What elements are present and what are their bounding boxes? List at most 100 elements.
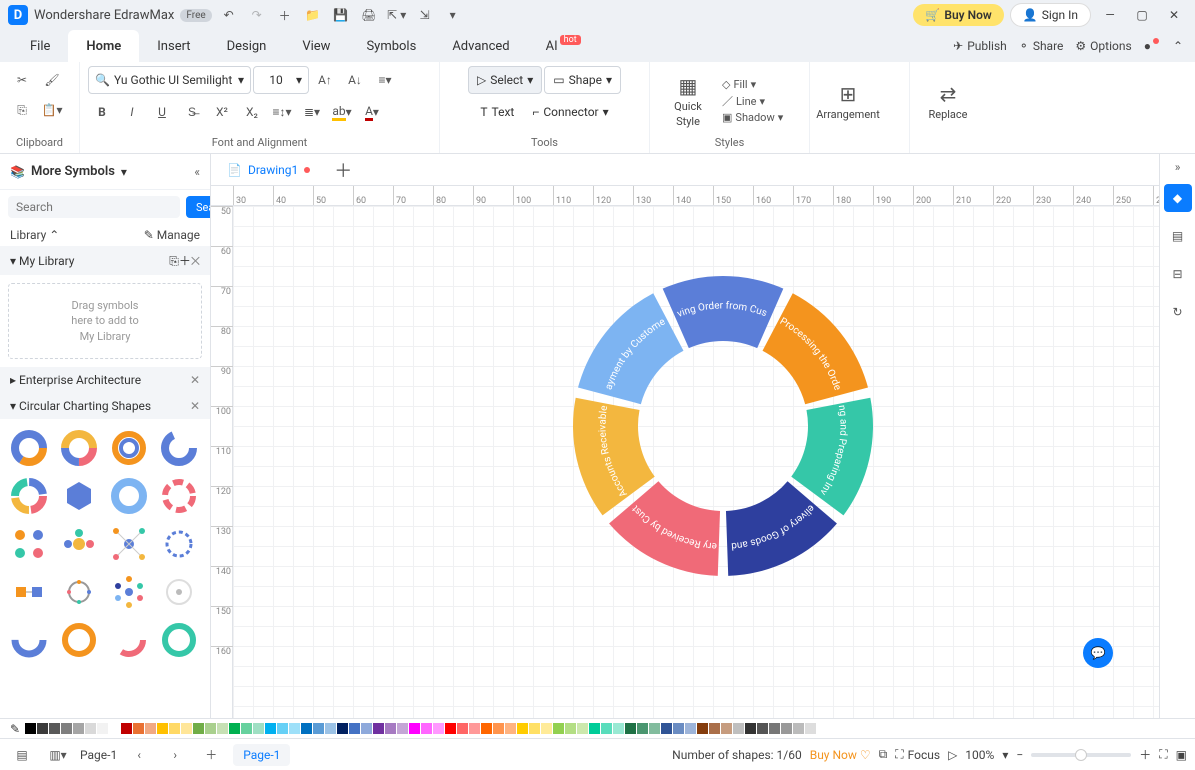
- color-swatch[interactable]: [301, 723, 312, 734]
- color-swatch[interactable]: [169, 723, 180, 734]
- menu-insert[interactable]: Insert: [139, 30, 208, 62]
- color-swatch[interactable]: [49, 723, 60, 734]
- superscript-icon[interactable]: X²: [208, 98, 236, 126]
- add-page-icon[interactable]: ＋: [197, 741, 225, 769]
- mylibrary-section[interactable]: ▾ My Library ⎘＋✕: [0, 246, 210, 275]
- color-swatch[interactable]: [457, 723, 468, 734]
- font-size-selector[interactable]: 10 ▾: [253, 66, 309, 94]
- color-swatch[interactable]: [253, 723, 264, 734]
- redo-icon[interactable]: ↷: [246, 4, 268, 26]
- shape-item[interactable]: [58, 523, 100, 565]
- shape-item[interactable]: [158, 523, 200, 565]
- page-label[interactable]: Page-1: [80, 748, 117, 762]
- color-swatch[interactable]: [649, 723, 660, 734]
- color-swatch[interactable]: [697, 723, 708, 734]
- chat-fab-icon[interactable]: 💬: [1083, 638, 1113, 668]
- save-icon[interactable]: 💾: [330, 4, 352, 26]
- shadow-button[interactable]: ▣ Shadow ▾: [722, 111, 783, 124]
- new-icon[interactable]: ＋: [274, 4, 296, 26]
- shape-item[interactable]: [8, 523, 50, 565]
- focus-button[interactable]: ⛶ Focus: [895, 747, 940, 762]
- color-swatch[interactable]: [481, 723, 492, 734]
- layers-status-icon[interactable]: ⧉: [879, 747, 888, 762]
- color-swatch[interactable]: [217, 723, 228, 734]
- text-tool[interactable]: T Text: [472, 98, 522, 126]
- color-swatch[interactable]: [445, 723, 456, 734]
- color-swatch[interactable]: [157, 723, 168, 734]
- color-swatch[interactable]: [709, 723, 720, 734]
- color-swatch[interactable]: [637, 723, 648, 734]
- shape-item[interactable]: [8, 571, 50, 613]
- export-icon[interactable]: ⇱ ▾: [386, 4, 408, 26]
- highlight-icon[interactable]: ab▾: [328, 98, 356, 126]
- color-swatch[interactable]: [73, 723, 84, 734]
- shape-item[interactable]: [8, 427, 50, 469]
- shape-item[interactable]: [108, 619, 150, 661]
- color-swatch[interactable]: [325, 723, 336, 734]
- list-icon[interactable]: ≣▾: [298, 98, 326, 126]
- notifications-icon[interactable]: ●: [1144, 39, 1161, 53]
- history-panel-icon[interactable]: ↻: [1164, 298, 1192, 326]
- options-button[interactable]: ⚙ Options: [1075, 39, 1131, 53]
- color-swatch[interactable]: [541, 723, 552, 734]
- color-swatch[interactable]: [793, 723, 804, 734]
- shape-item[interactable]: [158, 619, 200, 661]
- color-swatch[interactable]: [661, 723, 672, 734]
- menu-ai[interactable]: AIhot: [528, 30, 599, 62]
- close-mylib-icon[interactable]: ✕: [191, 254, 200, 268]
- color-swatch[interactable]: [469, 723, 480, 734]
- canvas[interactable]: Receiving Order from CustomerProcessing …: [233, 206, 1159, 718]
- replace-button[interactable]: ⇄Replace: [918, 82, 978, 121]
- dropper-icon[interactable]: ✎: [10, 722, 20, 736]
- menu-home[interactable]: Home: [68, 30, 139, 62]
- color-swatch[interactable]: [37, 723, 48, 734]
- present-icon[interactable]: ▷: [948, 748, 957, 762]
- shape-tool[interactable]: ▭ Shape ▾: [544, 66, 621, 94]
- circular-section[interactable]: ▾ Circular Charting Shapes ✕: [0, 393, 210, 419]
- quick-style-button[interactable]: ▦ Quick Style: [658, 74, 718, 128]
- color-swatch[interactable]: [745, 723, 756, 734]
- color-swatch[interactable]: [385, 723, 396, 734]
- layers-panel-icon[interactable]: ⊟: [1164, 260, 1192, 288]
- shape-item[interactable]: [58, 571, 100, 613]
- color-swatch[interactable]: [721, 723, 732, 734]
- doc-tab[interactable]: 📄 Drawing1: [217, 156, 320, 184]
- color-swatch[interactable]: [769, 723, 780, 734]
- donut-chart[interactable]: Receiving Order from CustomerProcessing …: [563, 266, 883, 586]
- color-swatch[interactable]: [805, 723, 816, 734]
- search-button[interactable]: Search: [186, 196, 211, 218]
- color-swatch[interactable]: [97, 723, 108, 734]
- shape-item[interactable]: [108, 475, 150, 517]
- color-swatch[interactable]: [25, 723, 36, 734]
- add-tab-button[interactable]: ＋: [328, 157, 358, 183]
- undo-icon[interactable]: ↶: [218, 4, 240, 26]
- minimize-icon[interactable]: —: [1097, 4, 1123, 26]
- color-swatch[interactable]: [85, 723, 96, 734]
- color-swatch[interactable]: [265, 723, 276, 734]
- underline-icon[interactable]: U: [148, 98, 176, 126]
- color-swatch[interactable]: [409, 723, 420, 734]
- color-swatch[interactable]: [133, 723, 144, 734]
- line-button[interactable]: ／ Line ▾: [722, 93, 783, 109]
- color-swatch[interactable]: [397, 723, 408, 734]
- shape-item[interactable]: [58, 619, 100, 661]
- import-icon[interactable]: ⇲: [414, 4, 436, 26]
- color-swatch[interactable]: [601, 723, 612, 734]
- format-painter-icon[interactable]: 🖌: [38, 66, 66, 94]
- menu-view[interactable]: View: [284, 30, 348, 62]
- strike-icon[interactable]: S̶: [178, 98, 206, 126]
- arrangement-button[interactable]: ⊞Arrangement: [818, 82, 878, 121]
- fill-button[interactable]: ◇ Fill ▾: [722, 78, 783, 91]
- drop-zone[interactable]: Drag symbols here to add to My Library: [8, 283, 202, 359]
- color-swatch[interactable]: [349, 723, 360, 734]
- add-lib-icon[interactable]: ＋: [179, 254, 191, 268]
- shape-item[interactable]: [8, 475, 50, 517]
- color-swatch[interactable]: [361, 723, 372, 734]
- menu-symbols[interactable]: Symbols: [348, 30, 434, 62]
- color-swatch[interactable]: [733, 723, 744, 734]
- shape-item[interactable]: [58, 475, 100, 517]
- color-swatch[interactable]: [577, 723, 588, 734]
- maximize-icon[interactable]: ▢: [1129, 4, 1155, 26]
- zoom-in-icon[interactable]: ＋: [1139, 746, 1151, 763]
- align-icon[interactable]: ≡▾: [371, 66, 399, 94]
